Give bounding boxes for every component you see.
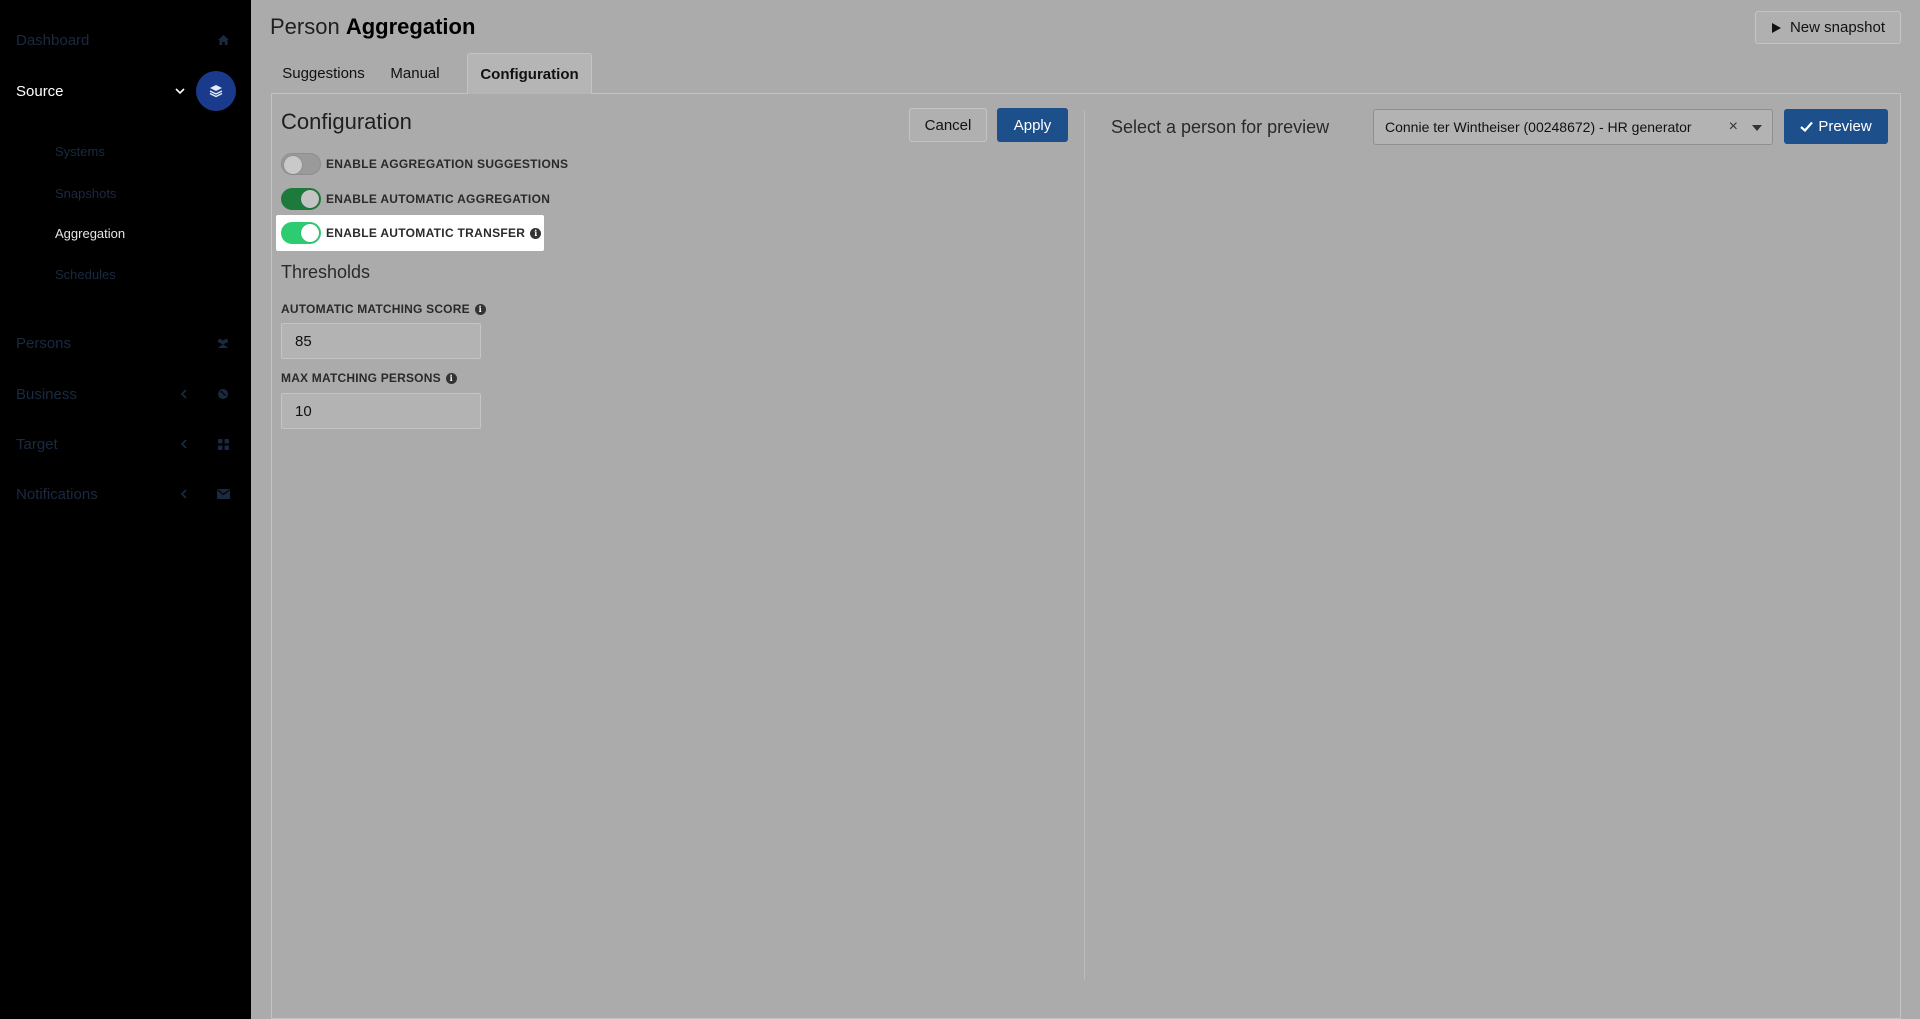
toggle-knob	[284, 156, 302, 174]
sidebar-item-label: Source	[16, 82, 64, 100]
toggle-switch[interactable]	[281, 188, 321, 210]
layers-icon[interactable]	[196, 71, 236, 111]
preview-button[interactable]: Preview	[1784, 109, 1888, 144]
sidebar-item-business[interactable]: Business	[0, 379, 251, 409]
sidebar-item-label: Target	[16, 435, 58, 453]
sidebar-subitem-schedules[interactable]: Schedules	[55, 267, 116, 282]
config-title: Configuration	[281, 109, 412, 134]
cancel-button[interactable]: Cancel	[909, 108, 987, 142]
chevron-left-icon	[176, 437, 190, 451]
sidebar-subitem-aggregation[interactable]: Aggregation	[55, 226, 125, 241]
tab-suggestions[interactable]: Suggestions	[271, 53, 376, 94]
home-icon	[213, 30, 233, 50]
field-label-text: MAX MATCHING PERSONS	[281, 371, 441, 385]
info-icon[interactable]: i	[445, 372, 457, 384]
info-icon[interactable]: i	[530, 227, 542, 239]
play-icon	[1771, 22, 1781, 33]
sidebar-subitem-systems[interactable]: Systems	[55, 144, 105, 159]
toggle-aggregation-suggestions[interactable]: ENABLE AGGREGATION SUGGESTIONS	[281, 151, 568, 177]
tab-manual[interactable]: Manual	[378, 53, 452, 94]
sidebar-item-label: Business	[16, 385, 77, 403]
page-title-light: Person	[270, 14, 340, 39]
toggle-knob	[301, 224, 319, 242]
field-label-text: AUTOMATIC MATCHING SCORE	[281, 302, 470, 316]
toggle-automatic-transfer[interactable]: ENABLE AUTOMATIC TRANSFER i	[281, 220, 542, 246]
new-snapshot-label: New snapshot	[1789, 19, 1886, 36]
sidebar-subitem-snapshots[interactable]: Snapshots	[55, 186, 116, 201]
toggle-switch[interactable]	[281, 222, 321, 244]
toggle-label: ENABLE AUTOMATIC AGGREGATION	[326, 192, 551, 206]
toggle-label: ENABLE AUTOMATIC TRANSFER	[326, 226, 526, 240]
toggle-automatic-aggregation[interactable]: ENABLE AUTOMATIC AGGREGATION	[281, 186, 550, 212]
toggle-label: ENABLE AGGREGATION SUGGESTIONS	[326, 157, 569, 171]
globe-icon	[213, 384, 233, 404]
new-snapshot-button[interactable]: New snapshot	[1755, 11, 1901, 44]
chevron-down-icon	[173, 84, 187, 98]
page-title: Person Aggregation	[270, 14, 475, 40]
users-icon	[213, 333, 233, 353]
toggle-switch[interactable]	[281, 153, 321, 175]
sidebar-item-dashboard[interactable]: Dashboard	[0, 25, 251, 55]
clear-icon[interactable]: ×	[1729, 118, 1738, 136]
apply-button[interactable]: Apply	[997, 108, 1068, 142]
thresholds-title: Thresholds	[281, 262, 371, 282]
panel-divider	[1084, 110, 1085, 980]
tab-label: Manual	[390, 65, 440, 82]
toggle-knob	[301, 190, 319, 208]
check-icon	[1800, 121, 1814, 132]
tab-label: Suggestions	[282, 65, 365, 82]
matching-score-input[interactable]: 85	[281, 323, 481, 359]
preview-button-label: Preview	[1818, 118, 1872, 135]
sidebar: Dashboard Source Systems Snapshots Aggre…	[0, 0, 251, 1019]
tab-configuration[interactable]: Configuration	[467, 53, 592, 94]
matching-score-label: AUTOMATIC MATCHING SCORE i	[281, 302, 486, 316]
sidebar-item-label: Dashboard	[16, 31, 90, 49]
page-title-bold: Aggregation	[345, 14, 476, 39]
max-persons-label: MAX MATCHING PERSONS i	[281, 371, 457, 385]
main-content: Person Aggregation New snapshot Suggesti…	[251, 0, 1920, 1019]
sidebar-item-persons[interactable]: Persons	[0, 328, 251, 358]
person-select[interactable]: Connie ter Wintheiser (00248672) - HR ge…	[1373, 109, 1773, 145]
tab-label: Configuration	[480, 65, 579, 83]
grid-icon	[213, 434, 233, 454]
envelope-icon	[213, 484, 233, 504]
sidebar-item-label: Notifications	[16, 485, 98, 503]
caret-down-icon[interactable]	[1752, 125, 1762, 131]
info-icon[interactable]: i	[474, 303, 486, 315]
sidebar-item-target[interactable]: Target	[0, 429, 251, 459]
chevron-left-icon	[176, 387, 190, 401]
max-persons-input[interactable]: 10	[281, 393, 481, 429]
person-select-value: Connie ter Wintheiser (00248672) - HR ge…	[1385, 119, 1692, 135]
sidebar-item-label: Persons	[16, 334, 72, 352]
sidebar-item-notifications[interactable]: Notifications	[0, 479, 251, 509]
chevron-left-icon	[176, 487, 190, 501]
preview-label: Select a person for preview	[1111, 117, 1330, 137]
